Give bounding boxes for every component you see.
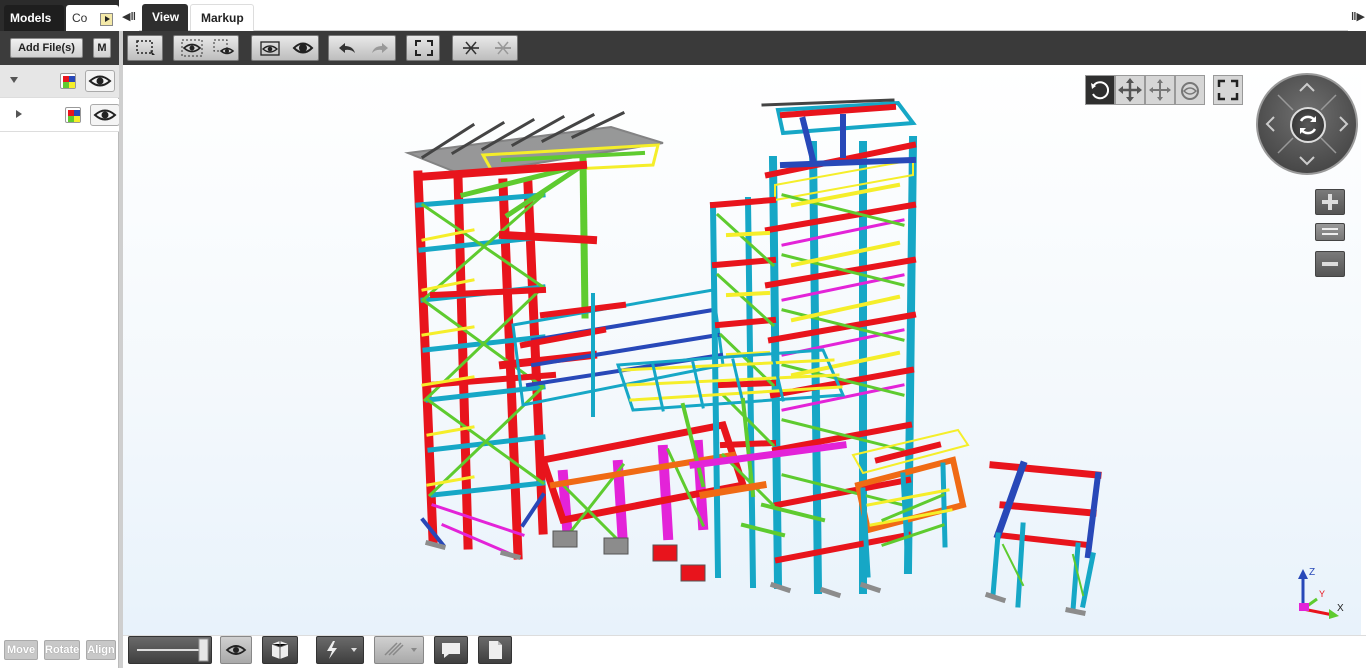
isolate-group — [251, 35, 319, 61]
rotate-button[interactable]: Rotate — [44, 640, 80, 660]
eye-icon[interactable] — [85, 70, 115, 92]
models-toolbar: Add File(s) M — [0, 31, 119, 65]
look-icon[interactable] — [1175, 75, 1205, 105]
axis-z-label: Z — [1309, 567, 1315, 578]
add-files-button[interactable]: Add File(s) — [10, 38, 83, 58]
collapse-left-icon: ◀‖ — [122, 11, 136, 23]
expand-arrow-icon[interactable] — [16, 110, 22, 118]
redo-icon[interactable] — [364, 37, 394, 59]
color-palette-icon[interactable] — [65, 107, 81, 123]
eye-icon[interactable] — [220, 636, 252, 664]
section-icon[interactable] — [455, 37, 485, 59]
tab-models[interactable]: Models — [4, 5, 64, 31]
lightning-icon[interactable] — [316, 636, 364, 664]
align-button[interactable]: Align — [86, 640, 116, 660]
color-palette-icon[interactable] — [60, 73, 76, 89]
zoom-out-icon[interactable] — [1315, 251, 1345, 277]
left-tab-bar: Models Co — [0, 0, 119, 31]
left-arrow-icon — [1265, 116, 1275, 132]
tab-view[interactable]: View — [142, 4, 188, 31]
section-group — [452, 35, 518, 61]
collapse-right-icon: ‖▶ — [1351, 11, 1365, 23]
zoom-control — [1315, 189, 1347, 279]
collapse-left-panel[interactable]: ◀‖ — [119, 0, 139, 31]
history-group — [328, 35, 396, 61]
fullscreen-icon[interactable] — [1213, 75, 1243, 105]
model-row[interactable] — [0, 65, 119, 98]
box-icon[interactable] — [262, 636, 298, 664]
tab-scroll-right-icon[interactable] — [100, 13, 113, 26]
hide-icon[interactable] — [176, 37, 206, 59]
collapse-arrow-icon[interactable] — [10, 77, 18, 83]
fit-view-icon[interactable] — [408, 37, 438, 59]
selection-group — [127, 35, 163, 61]
zoom-slider-icon[interactable] — [1315, 223, 1345, 241]
eye-icon[interactable] — [90, 104, 120, 126]
top-tab-bar: View Markup — [139, 0, 1348, 31]
comment-icon[interactable] — [434, 636, 468, 664]
undo-icon[interactable] — [331, 37, 361, 59]
more-button[interactable]: M — [93, 38, 111, 58]
up-arrow-icon — [1299, 82, 1315, 92]
clear-section-icon[interactable] — [487, 37, 517, 59]
orbit-icon[interactable] — [1085, 75, 1115, 105]
rotate-center-icon[interactable] — [1290, 107, 1326, 143]
axis-x-label: X — [1337, 603, 1344, 614]
models-panel: Models Co Add File(s) M Move Rotate Alig… — [0, 0, 120, 668]
down-arrow-icon — [1299, 156, 1315, 166]
3d-viewport[interactable]: Z Y X — [123, 65, 1361, 635]
view-toolbar — [123, 31, 1366, 65]
show-icon[interactable] — [208, 37, 238, 59]
isolate-icon[interactable] — [254, 37, 284, 59]
measure-icon[interactable] — [374, 636, 424, 664]
steel-structure-model[interactable] — [123, 65, 1361, 635]
axis-y-label: Y — [1319, 589, 1325, 599]
tab-markup[interactable]: Markup — [190, 4, 254, 31]
collapse-right-panel[interactable]: ‖▶ — [1348, 0, 1366, 31]
axis-triad: Z Y X — [1289, 565, 1349, 620]
show-all-icon[interactable] — [287, 37, 317, 59]
visibility-group — [173, 35, 239, 61]
model-row[interactable] — [0, 99, 120, 132]
fit-group — [406, 35, 440, 61]
pan-icon[interactable] — [1115, 75, 1145, 105]
right-arrow-icon — [1339, 116, 1349, 132]
move-button[interactable]: Move — [4, 640, 38, 660]
navigation-compass[interactable] — [1256, 73, 1358, 175]
walk-icon[interactable] — [1145, 75, 1175, 105]
select-box-icon[interactable] — [130, 37, 160, 59]
zoom-in-icon[interactable] — [1315, 189, 1345, 215]
bottom-toolbar — [123, 635, 1366, 668]
navigation-toolbar — [1085, 75, 1243, 105]
document-icon[interactable] — [478, 636, 512, 664]
transform-toolbar: Move Rotate Align — [0, 638, 119, 662]
transparency-slider[interactable] — [128, 636, 212, 664]
